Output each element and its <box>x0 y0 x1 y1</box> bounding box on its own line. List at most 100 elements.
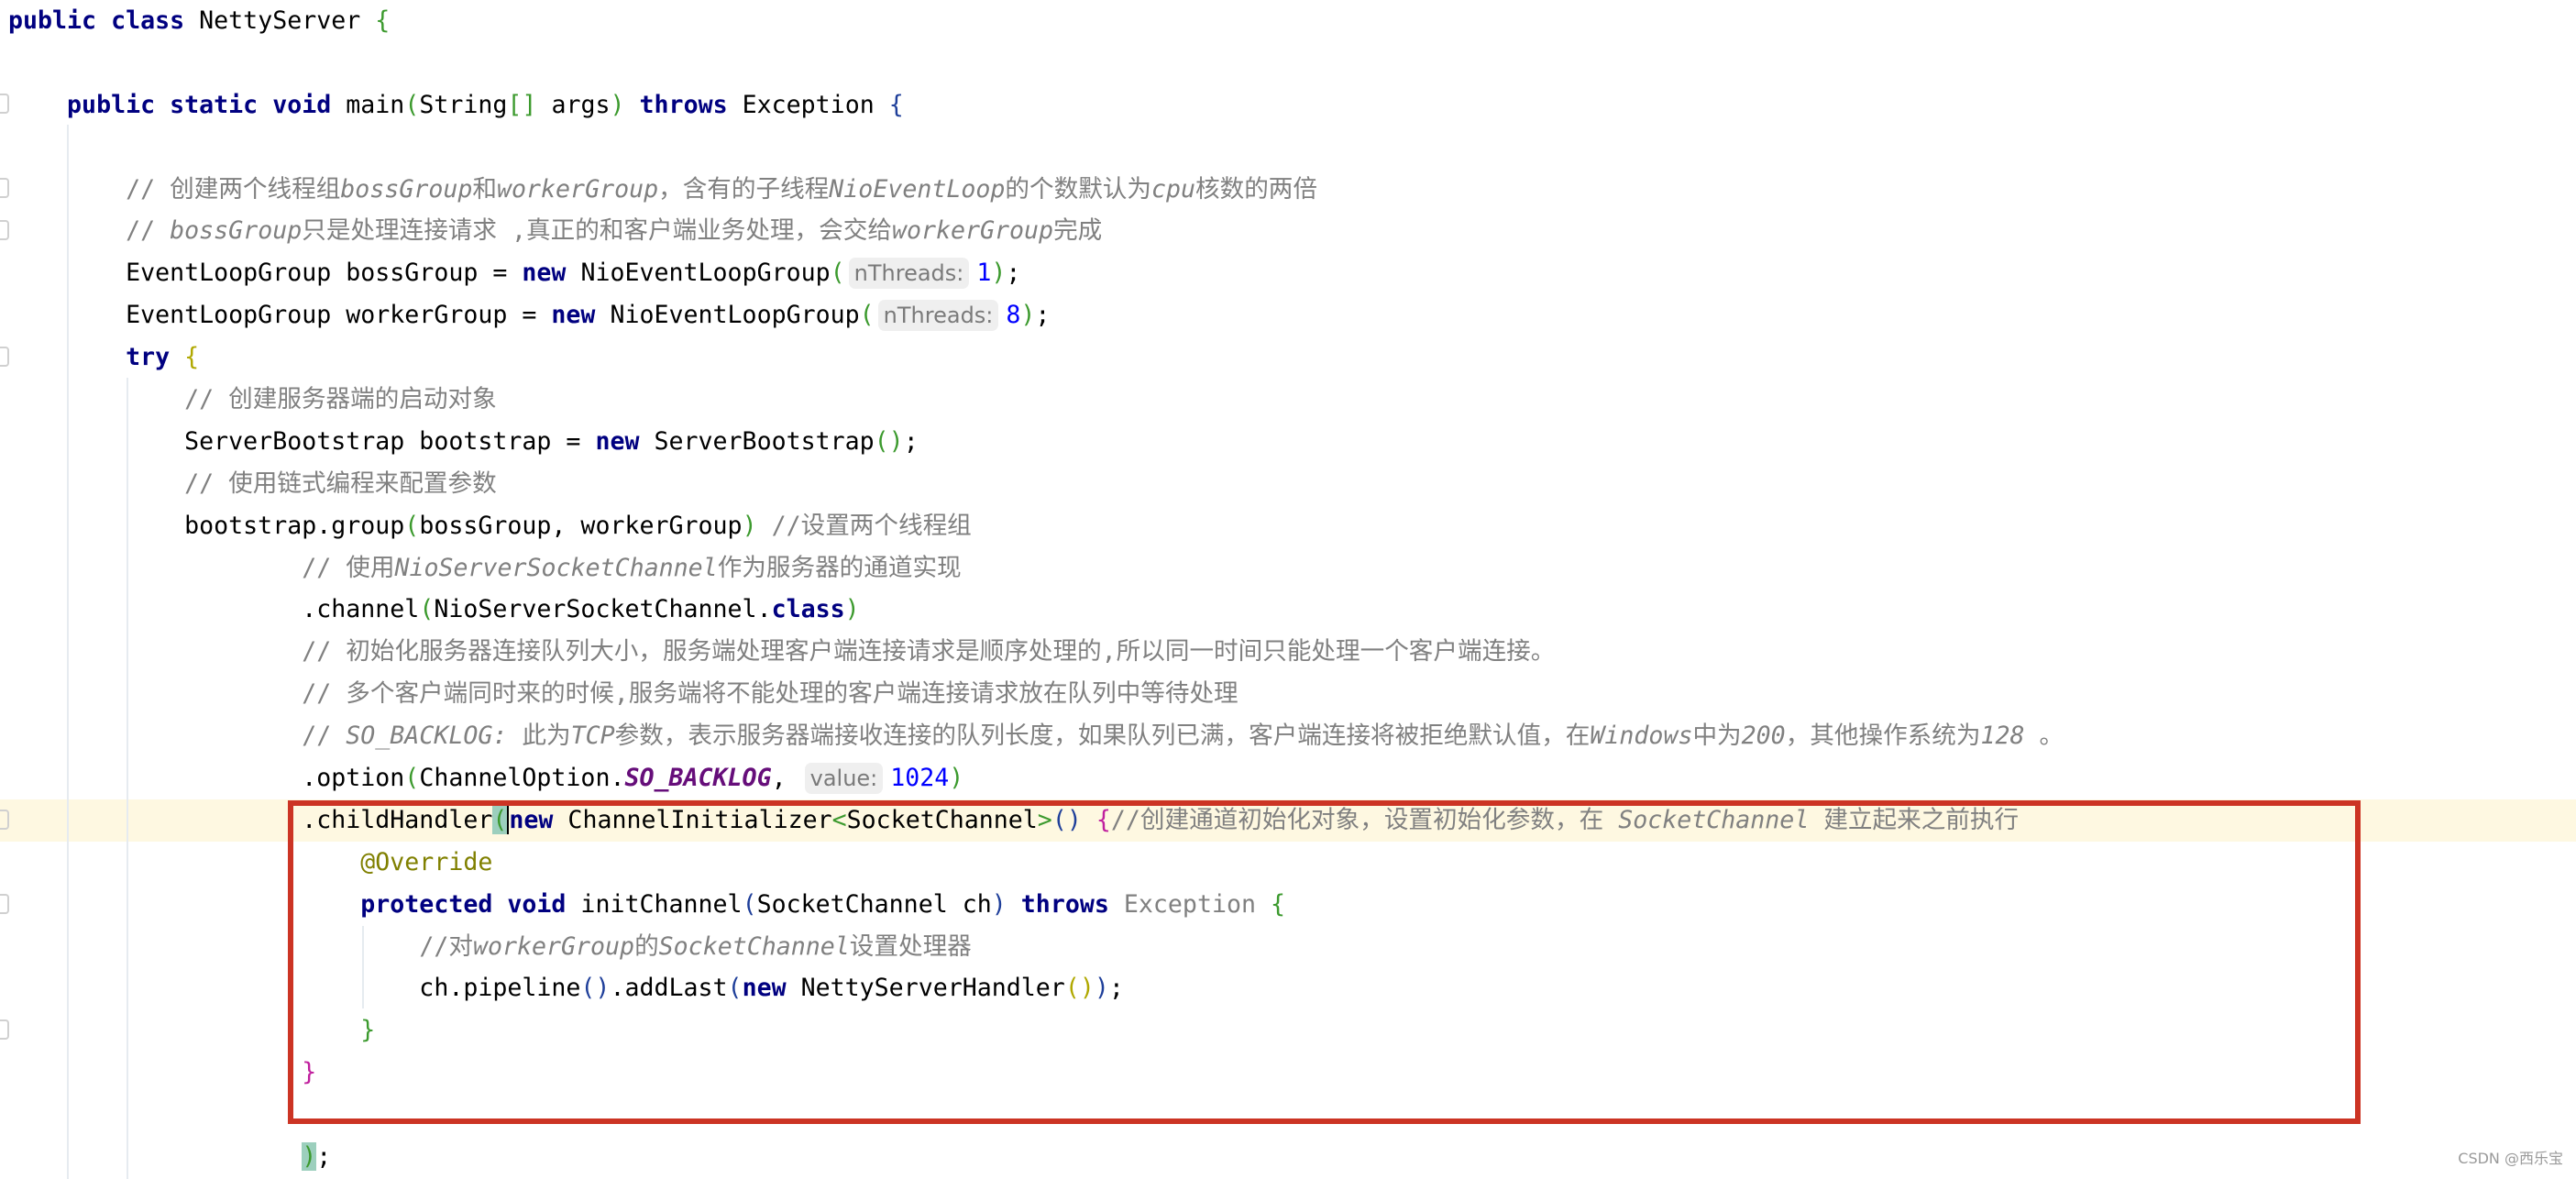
code-token: ( <box>830 259 845 288</box>
code-comment: // 使用 <box>302 553 395 582</box>
code-token: ServerBootstrap bootstrap = <box>8 426 596 456</box>
code-token: ( <box>859 301 875 330</box>
fold-icon[interactable] <box>0 178 9 198</box>
code-token: NioServerSocketChannel. <box>434 595 772 624</box>
code-line[interactable]: // 使用NioServerSocketChannel作为服务器的通道实现 <box>0 547 2576 590</box>
code-token: ; <box>903 426 919 456</box>
code-line[interactable]: // 创建两个线程组bossGroup和workerGroup，含有的子线程Ni… <box>0 169 2576 211</box>
code-comment: // 初始化服务器连接队列大小，服务端处理客户端连接请求是顺序处理的,所以同一时… <box>302 637 1556 667</box>
code-token: main <box>331 90 405 119</box>
code-line[interactable]: public class NettyServer { <box>0 0 2576 42</box>
code-token: new <box>595 426 640 456</box>
code-comment: Windows <box>1590 722 1693 751</box>
watermark: CSDN @西乐宝 <box>2458 1150 2563 1167</box>
code-token: ChannelOption. <box>419 764 625 793</box>
code-line[interactable]: // SO_BACKLOG: 此为TCP参数，表示服务器端接收连接的队列长度，如… <box>0 715 2576 757</box>
code-token: ) <box>1020 301 1036 330</box>
code-line[interactable]: public static void main(String[] args) t… <box>0 84 2576 127</box>
code-comment: 。 <box>2024 722 2064 751</box>
code-line[interactable]: .option(ChannelOption.SO_BACKLOG, value:… <box>0 757 2576 799</box>
code-token: { <box>888 90 904 119</box>
code-token: new <box>551 301 596 330</box>
code-line[interactable]: // 多个客户端同时来的时候,服务端将不能处理的客户端连接请求放在队列中等待处理 <box>0 673 2576 715</box>
code-line[interactable]: try { <box>0 336 2576 379</box>
code-comment: 的个数默认为 <box>1005 174 1151 204</box>
code-line[interactable]: // 创建服务器端的启动对象 <box>0 379 2576 421</box>
code-token: EventLoopGroup bossGroup = <box>8 259 523 288</box>
code-comment: 200 <box>1741 722 1786 751</box>
code-token: .channel <box>8 595 420 624</box>
code-comment: // 创建两个线程组 <box>126 174 341 204</box>
code-token: Exception <box>727 90 889 119</box>
code-comment: workerGroup <box>891 216 1054 246</box>
fold-icon[interactable] <box>0 220 9 240</box>
code-token: public static void <box>67 90 332 119</box>
code-comment: 参数，表示服务器端接收连接的队列长度，如果队列已满，客户端连接将被拒绝默认值，在 <box>614 722 1591 751</box>
code-line[interactable]: EventLoopGroup workerGroup = new NioEven… <box>0 294 2576 336</box>
code-token: bossGroup, workerGroup <box>419 511 743 540</box>
code-token: ( <box>404 511 420 540</box>
code-comment: 128 <box>1980 722 2025 751</box>
code-line[interactable]: // bossGroup只是处理连接请求 ,真正的和客户端业务处理，会交给wor… <box>0 210 2576 252</box>
code-token: 1 <box>976 259 992 288</box>
code-token: ; <box>1006 259 1021 288</box>
code-comment: //设置两个线程组 <box>771 511 972 540</box>
code-line[interactable]: .channel(NioServerSocketChannel.class) <box>0 589 2576 631</box>
code-line[interactable]: ); <box>0 1136 2576 1178</box>
code-token: ) <box>844 595 860 624</box>
code-line[interactable]: EventLoopGroup bossGroup = new NioEventL… <box>0 252 2576 294</box>
code-token: String <box>419 90 508 119</box>
code-comment: 完成 <box>1053 216 1103 246</box>
fold-icon[interactable] <box>0 1019 9 1040</box>
code-comment: 和 <box>472 174 497 204</box>
code-comment: // 使用链式编程来配置参数 <box>184 468 497 498</box>
code-comment: SO_BACKLOG: <box>346 722 508 751</box>
code-line[interactable]: bootstrap.group(bossGroup, workerGroup) … <box>0 505 2576 547</box>
parameter-hint: nThreads: <box>877 300 999 332</box>
code-token: try <box>126 343 171 372</box>
code-line[interactable] <box>0 127 2576 169</box>
code-line[interactable]: // 使用链式编程来配置参数 <box>0 463 2576 505</box>
code-comment: 中为 <box>1692 722 1742 751</box>
code-comment: ，含有的子线程 <box>658 174 830 204</box>
code-comment: 核数的两倍 <box>1195 174 1317 204</box>
code-comment: bossGroup <box>170 216 303 246</box>
fold-icon[interactable] <box>0 94 9 114</box>
code-line[interactable]: ServerBootstrap bootstrap = new ServerBo… <box>0 421 2576 463</box>
fold-icon[interactable] <box>0 347 9 367</box>
code-comment: TCP <box>570 722 615 751</box>
code-token: new <box>522 259 567 288</box>
code-token: ; <box>1035 301 1051 330</box>
fold-icon[interactable] <box>0 810 9 830</box>
code-line[interactable] <box>0 42 2576 84</box>
code-token: , <box>771 764 801 793</box>
code-token: ; <box>316 1142 332 1172</box>
code-token: 1024 <box>890 764 950 793</box>
code-comment: bossGroup <box>340 174 473 204</box>
code-token: ) <box>991 259 1007 288</box>
code-token: [] <box>507 90 537 119</box>
code-token: ) <box>742 511 757 540</box>
parameter-hint: nThreads: <box>848 258 970 290</box>
code-token: throws <box>639 90 728 119</box>
code-token: ServerBootstrap <box>639 426 875 456</box>
code-token: ) <box>949 764 964 793</box>
fold-icon[interactable] <box>0 894 9 914</box>
code-token: args <box>536 90 611 119</box>
code-token: ( <box>404 764 420 793</box>
code-comment: // 创建服务器端的启动对象 <box>184 385 497 414</box>
parameter-hint: value: <box>804 763 884 795</box>
code-line[interactable]: // 初始化服务器连接队列大小，服务端处理客户端连接请求是顺序处理的,所以同一时… <box>0 631 2576 673</box>
code-comment: 作为服务器的通道实现 <box>717 553 962 582</box>
